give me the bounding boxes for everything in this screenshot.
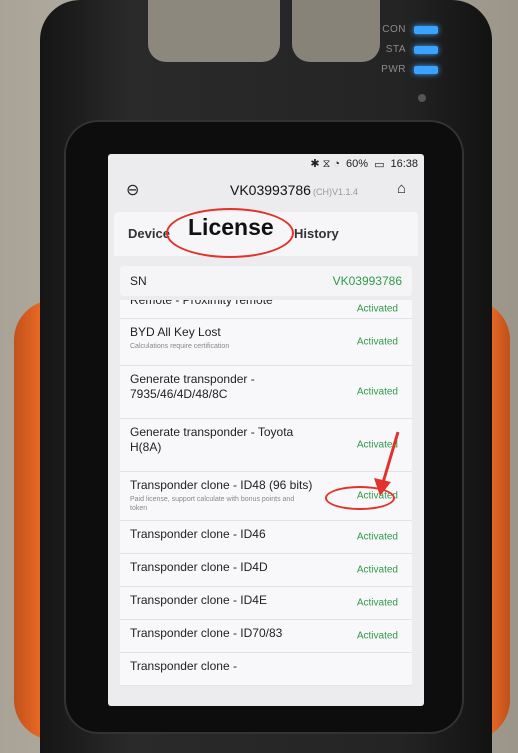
list-item[interactable]: Transponder clone - ID48 (96 bits) Paid … bbox=[120, 472, 412, 521]
list-item[interactable]: Remote - Proximity remote Activated bbox=[120, 300, 412, 319]
list-item[interactable]: Transponder clone - ID70/83 Activated bbox=[120, 620, 412, 653]
license-status: Activated bbox=[356, 531, 398, 543]
device-id: VK03993786 (CH)V1.1.4 bbox=[230, 182, 358, 198]
led-con: CON bbox=[381, 24, 438, 35]
license-name: Remote - Proximity remote bbox=[130, 300, 273, 307]
home-icon[interactable]: ⌂ bbox=[397, 180, 406, 197]
license-status: Activated bbox=[356, 386, 398, 398]
led-label: STA bbox=[385, 44, 406, 55]
list-item[interactable]: BYD All Key Lost Calculations require ce… bbox=[120, 319, 412, 366]
sn-value: VK03993786 bbox=[332, 274, 402, 288]
license-name: Generate transponder - 7935/46/4D/48/8C bbox=[130, 372, 255, 401]
serial-number-row: SN VK03993786 bbox=[120, 266, 412, 296]
led-label: PWR bbox=[381, 64, 406, 75]
led-indicators: CON STA PWR bbox=[381, 24, 438, 84]
license-status: Activated bbox=[356, 597, 398, 609]
led-pwr: PWR bbox=[381, 64, 438, 75]
led-sta: STA bbox=[381, 44, 438, 55]
list-item[interactable]: Generate transponder - Toyota H(8A) Acti… bbox=[120, 419, 412, 472]
license-name: Generate transponder - Toyota H(8A) bbox=[130, 425, 294, 454]
license-name: Transponder clone - bbox=[130, 659, 237, 673]
list-item[interactable]: Generate transponder - 7935/46/4D/48/8C … bbox=[120, 366, 412, 419]
list-item[interactable]: Transponder clone - ID46 Activated bbox=[120, 521, 412, 554]
license-list: Remote - Proximity remote Activated BYD … bbox=[120, 300, 412, 686]
license-annotation-circle bbox=[166, 208, 294, 258]
status-icons: ✱ ⧖ ◔ bbox=[310, 158, 341, 170]
red-arrow-annotation bbox=[374, 431, 400, 496]
app-header: ⊖ VK03993786 (CH)V1.1.4 ⌂ bbox=[108, 174, 424, 212]
sn-label: SN bbox=[130, 274, 147, 288]
led-light bbox=[414, 65, 438, 74]
list-item[interactable]: Transponder clone - ID4D Activated bbox=[120, 554, 412, 587]
led-light bbox=[414, 25, 438, 34]
tab-bar: Device License History bbox=[114, 208, 418, 258]
back-icon[interactable]: ⊖ bbox=[126, 180, 139, 200]
license-name: Transponder clone - ID46 bbox=[130, 527, 266, 541]
license-status: Activated bbox=[356, 336, 398, 348]
strap-cutout bbox=[148, 0, 280, 62]
led-label: CON bbox=[382, 24, 406, 35]
license-status: Activated bbox=[356, 303, 398, 315]
firmware-version: (CH)V1.1.4 bbox=[312, 187, 358, 197]
strap-cutout-right bbox=[292, 0, 380, 62]
license-status: Activated bbox=[356, 630, 398, 642]
list-item[interactable]: Transponder clone - ID4E Activated bbox=[120, 587, 412, 620]
tab-history[interactable]: History bbox=[294, 226, 339, 241]
device-id-text: VK03993786 bbox=[230, 182, 311, 198]
sensor-dot bbox=[418, 94, 426, 102]
license-status: Activated bbox=[356, 564, 398, 576]
status-bar: ✱ ⧖ ◔ 60% ▭ 16:38 bbox=[108, 154, 424, 174]
list-item[interactable]: Transponder clone - bbox=[120, 653, 412, 686]
led-light bbox=[414, 45, 438, 54]
tab-device[interactable]: Device bbox=[128, 226, 170, 241]
battery-level: 60% bbox=[346, 158, 369, 170]
clock: 16:38 bbox=[390, 158, 418, 170]
license-description: Calculations require certification bbox=[130, 343, 230, 350]
license-name: Transponder clone - ID4D bbox=[130, 560, 268, 574]
battery-icon: ▭ bbox=[374, 158, 385, 171]
license-description: Paid license, support calculate with bon… bbox=[130, 496, 295, 512]
license-name: Transponder clone - ID70/83 bbox=[130, 626, 283, 640]
license-name: Transponder clone - ID4E bbox=[130, 593, 267, 607]
license-name: BYD All Key Lost bbox=[130, 325, 221, 339]
license-name: Transponder clone - ID48 (96 bits) bbox=[130, 478, 313, 492]
photo-scene: CON STA PWR ✱ ⧖ ◔ 60% ▭ 16:38 ⊖ VK039937… bbox=[0, 0, 518, 753]
